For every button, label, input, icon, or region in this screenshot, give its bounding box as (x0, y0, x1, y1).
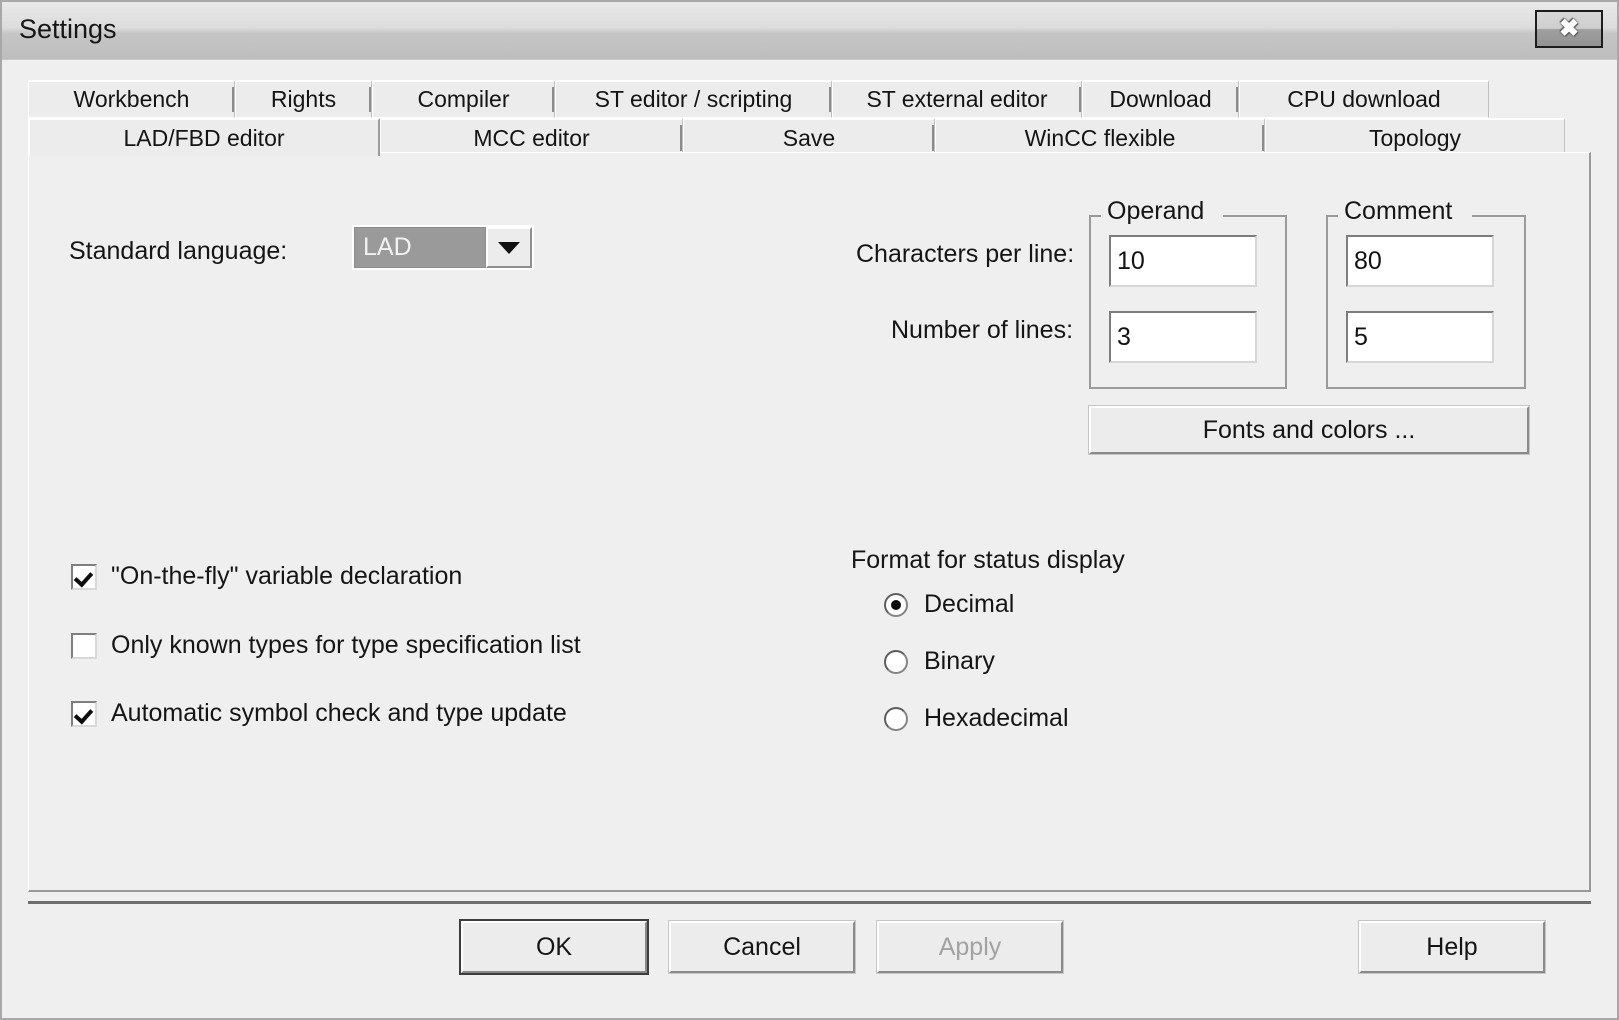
checkbox-label: Automatic symbol check and type update (111, 699, 567, 727)
tab-strip: Workbench Rights Compiler ST editor / scrip… (28, 80, 1591, 156)
tab-label: ST editor / scripting (594, 86, 793, 112)
comment-characters-per-line-input[interactable]: 80 (1346, 235, 1494, 287)
tab-rights[interactable]: Rights (235, 80, 372, 118)
standard-language-value: LAD (354, 227, 486, 268)
close-button[interactable]: ✖ (1535, 10, 1603, 48)
footer-bar: OK Cancel Apply Help (2, 904, 1617, 1018)
operand-characters-per-line-input[interactable]: 10 (1109, 235, 1257, 287)
tab-label: Compiler (417, 86, 510, 112)
tab-label: Download (1109, 86, 1212, 112)
checkbox-empty-icon[interactable] (71, 632, 97, 659)
tab-separator (1079, 87, 1081, 112)
radio-empty-icon[interactable] (884, 649, 908, 674)
tab-content-panel: Standard language: LAD Characters per li… (28, 152, 1591, 892)
title-bar: Settings ✖ (2, 2, 1617, 60)
tab-separator (680, 125, 682, 151)
comment-group: Comment 80 5 (1326, 197, 1526, 389)
operand-number-of-lines-input[interactable]: 3 (1109, 311, 1257, 363)
radio-label: Decimal (924, 590, 1015, 618)
comment-number-of-lines-input[interactable]: 5 (1346, 311, 1494, 363)
number-of-lines-label: Number of lines: (891, 316, 1074, 344)
tab-cpu-download[interactable]: CPU download (1239, 80, 1489, 118)
tab-label: WinCC flexible (1024, 124, 1176, 151)
tab-st-editor-scripting[interactable]: ST editor / scripting (555, 80, 832, 118)
standard-language-dropdown[interactable]: LAD (352, 225, 534, 270)
fonts-and-colors-button[interactable]: Fonts and colors ... (1089, 406, 1529, 454)
tab-topology[interactable]: Topology (1265, 118, 1565, 156)
settings-dialog: Settings ✖ Workbench Rights Compiler ST edi… (0, 0, 1619, 1020)
tab-separator (369, 87, 371, 112)
help-button[interactable]: Help (1359, 921, 1545, 973)
tab-label: Rights (270, 86, 337, 112)
checkbox-label: Only known types for type specification … (111, 631, 581, 659)
checkbox-row-2[interactable]: Automatic symbol check and type update (71, 699, 567, 728)
tab-separator (1236, 87, 1238, 112)
radio-row-hexadecimal[interactable]: Hexadecimal (884, 704, 1069, 733)
radio-row-binary[interactable]: Binary (884, 647, 995, 676)
checkmark-icon[interactable] (71, 700, 97, 727)
radio-empty-icon[interactable] (884, 706, 908, 731)
checkmark-icon[interactable] (71, 563, 97, 590)
tab-separator (1262, 125, 1264, 151)
tab-separator (829, 87, 831, 112)
tab-separator (552, 87, 554, 112)
tab-label: Workbench (73, 86, 190, 112)
radio-label: Hexadecimal (924, 704, 1069, 732)
tab-separator (232, 87, 234, 112)
tab-st-external-editor[interactable]: ST external editor (832, 80, 1082, 118)
tab-mcc-editor[interactable]: MCC editor (380, 118, 683, 156)
standard-language-label: Standard language: (69, 237, 288, 265)
tab-row-lower: LAD/FBD editor MCC editor Save WinCC flexib… (28, 118, 1591, 156)
operand-group: Operand 10 3 (1089, 197, 1287, 389)
radio-label: Binary (924, 647, 995, 675)
ok-button[interactable]: OK (461, 921, 647, 973)
radio-row-decimal[interactable]: Decimal (884, 590, 1014, 619)
radio-selected-icon[interactable] (884, 592, 908, 617)
tab-download[interactable]: Download (1082, 80, 1239, 118)
checkbox-row-0[interactable]: "On-the-fly" variable declaration (71, 562, 462, 591)
tab-row-upper: Workbench Rights Compiler ST editor / scrip… (28, 80, 1591, 118)
chevron-down-icon[interactable] (486, 227, 532, 268)
tab-label: LAD/FBD editor (123, 124, 285, 151)
comment-group-title: Comment (1338, 197, 1459, 226)
tab-save[interactable]: Save (683, 118, 935, 156)
apply-button: Apply (877, 921, 1063, 973)
characters-per-line-label: Characters per line: (856, 240, 1075, 268)
tab-label: Save (782, 124, 836, 151)
tab-label: CPU download (1287, 86, 1441, 112)
close-x-icon: ✖ (1558, 15, 1580, 42)
status-display-group-label: Format for status display (851, 546, 1125, 574)
tab-label: ST external editor (866, 86, 1048, 112)
tab-lad-fbd-editor[interactable]: LAD/FBD editor (28, 118, 380, 156)
checkbox-row-1[interactable]: Only known types for type specification … (71, 631, 581, 660)
tab-label: Topology (1368, 124, 1462, 151)
tab-label: MCC editor (473, 124, 590, 151)
cancel-button[interactable]: Cancel (669, 921, 855, 973)
tab-wincc-flexible[interactable]: WinCC flexible (935, 118, 1265, 156)
checkbox-label: "On-the-fly" variable declaration (111, 562, 463, 590)
tab-workbench[interactable]: Workbench (28, 80, 235, 118)
operand-group-title: Operand (1101, 197, 1211, 226)
tab-separator (932, 125, 934, 151)
window-title: Settings (19, 14, 117, 44)
tab-compiler[interactable]: Compiler (372, 80, 555, 118)
